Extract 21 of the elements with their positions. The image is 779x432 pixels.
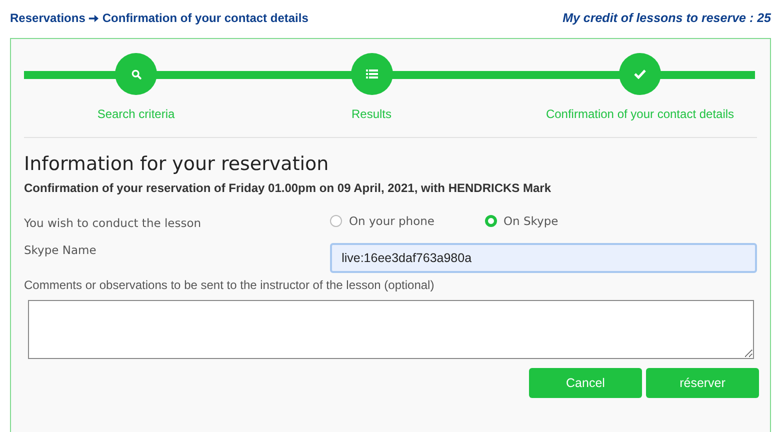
- field-label: You wish to conduct the lesson: [24, 214, 202, 230]
- section-heading: Information for your reservation: [24, 153, 330, 175]
- radio-option[interactable]: On your phone: [330, 214, 434, 228]
- lesson-credit: My credit of lessons to reserve : 25: [562, 11, 771, 25]
- radio-option[interactable]: On Skype: [484, 214, 558, 228]
- step-label: Results: [351, 107, 392, 121]
- field-label: Comments or observations to be sent to the instructor of the lesson (optional): [24, 278, 436, 292]
- step-label: Search criteria: [97, 107, 175, 121]
- radio-button[interactable]: [484, 215, 496, 227]
- comments-field[interactable]: [28, 300, 754, 359]
- breadcrumb-link[interactable]: Reservations: [10, 11, 86, 25]
- field-label: Skype Name: [24, 243, 98, 257]
- radio-button[interactable]: [330, 215, 342, 227]
- list-icon: [366, 69, 378, 79]
- reservation-summary: Confirmation of your reservation of Friday 01.00pm on 09 April, 2021, with HENDRICKS Mark: [24, 181, 552, 195]
- skype-name-field[interactable]: live:16ee3daf763a980a: [330, 243, 757, 273]
- search-icon: [130, 68, 142, 80]
- check-icon: [634, 69, 646, 79]
- step-label: Confirmation of your contact details: [546, 107, 734, 121]
- breadcrumb-current: Confirmation of your contact details: [102, 11, 308, 25]
- arrow-right-icon: [88, 12, 100, 24]
